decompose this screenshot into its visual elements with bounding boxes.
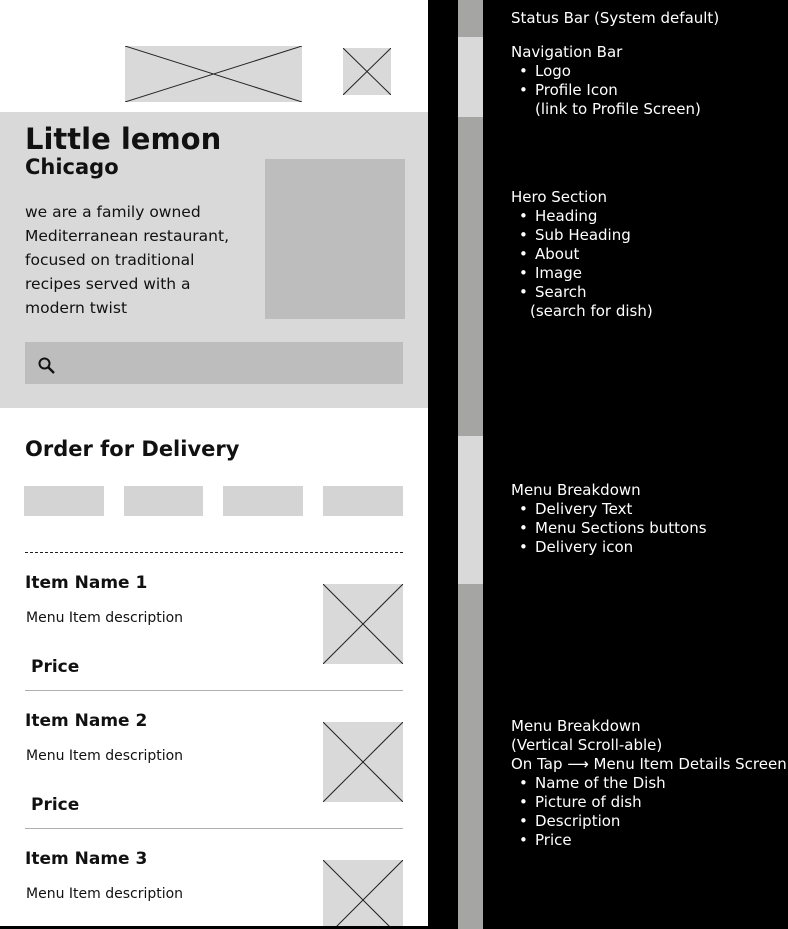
annotation-line: (Vertical Scroll-able) (511, 736, 663, 754)
search-input[interactable] (25, 342, 403, 384)
item-name: Item Name 1 (25, 573, 148, 593)
annotation-note: (link to Profile Screen) (535, 100, 701, 118)
hero-about: we are a family owned Mediterranean rest… (25, 203, 229, 317)
annotation-title: Menu Breakdown (511, 481, 641, 499)
item-description: Menu Item description (26, 886, 184, 902)
category-button[interactable] (323, 486, 403, 516)
search-icon (38, 357, 55, 374)
delivery-heading: Order for Delivery (25, 437, 240, 461)
annotation-title: Status Bar (System default) (511, 9, 720, 27)
annotation-status: Status Bar (System default) (511, 9, 719, 28)
annotation-menu-items: Menu Breakdown (Vertical Scroll-able) On… (511, 717, 787, 850)
item-name: Item Name 3 (25, 849, 148, 869)
annotation-item: Delivery Text (511, 500, 707, 519)
menu-item[interactable]: Item Name 2 Menu Item description Price (0, 708, 428, 830)
annotation-item: Image (511, 264, 653, 283)
annotation-item: Logo (511, 62, 701, 81)
annotation-item: Sub Heading (511, 226, 653, 245)
annotation-title: Menu Breakdown (511, 717, 641, 735)
annotation-item: Delivery icon (511, 538, 707, 557)
logo-placeholder (125, 46, 302, 102)
section-marker-menu (458, 436, 483, 584)
annotation-item: Heading (511, 207, 653, 226)
annotation-hero: Hero Section Heading Sub Heading About I… (511, 188, 653, 321)
category-button[interactable] (24, 486, 104, 516)
section-marker-status (458, 0, 483, 37)
category-button[interactable] (124, 486, 203, 516)
section-marker-hero (458, 117, 483, 436)
item-name: Item Name 2 (25, 711, 148, 731)
menu-item[interactable]: Item Name 3 Menu Item description (0, 846, 428, 926)
annotation-item: Search (511, 283, 653, 302)
annotation-item: About (511, 245, 653, 264)
category-button[interactable] (223, 486, 303, 516)
annotation-item: Picture of dish (511, 793, 787, 812)
item-price: Price (31, 657, 80, 677)
phone-wireframe: Little lemon Chicago we are a family own… (0, 0, 428, 926)
annotation-item: Description (511, 812, 787, 831)
item-description: Menu Item description (26, 748, 184, 764)
annotation-menu-sections: Menu Breakdown Delivery Text Menu Sectio… (511, 481, 707, 557)
item-image-placeholder (323, 860, 403, 926)
annotation-item: Price (511, 831, 787, 850)
section-marker-items (458, 584, 483, 929)
separator (25, 690, 403, 691)
profile-icon-placeholder[interactable] (343, 48, 391, 95)
item-image-placeholder (323, 584, 403, 664)
menu-item[interactable]: Item Name 1 Menu Item description Price (0, 570, 428, 692)
hero-subheading: Chicago (25, 155, 119, 179)
section-marker-nav (458, 37, 483, 117)
item-price: Price (31, 795, 80, 815)
separator (25, 828, 403, 829)
hero-image-placeholder (265, 159, 405, 319)
annotation-item: Menu Sections buttons (511, 519, 707, 538)
divider (25, 552, 403, 553)
annotation-item: Profile Icon (511, 81, 701, 100)
annotation-line: On Tap ⟶ Menu Item Details Screen (511, 755, 787, 773)
item-image-placeholder (323, 722, 403, 802)
hero-section: Little lemon Chicago we are a family own… (0, 112, 428, 408)
hero-heading: Little lemon (25, 122, 222, 156)
annotation-nav: Navigation Bar LogoProfile Icon (link to… (511, 43, 701, 119)
annotation-title: Hero Section (511, 188, 608, 206)
item-description: Menu Item description (26, 610, 184, 626)
annotation-item: Name of the Dish (511, 774, 787, 793)
annotation-title: Navigation Bar (511, 43, 623, 61)
annotation-note: (search for dish) (530, 302, 653, 320)
